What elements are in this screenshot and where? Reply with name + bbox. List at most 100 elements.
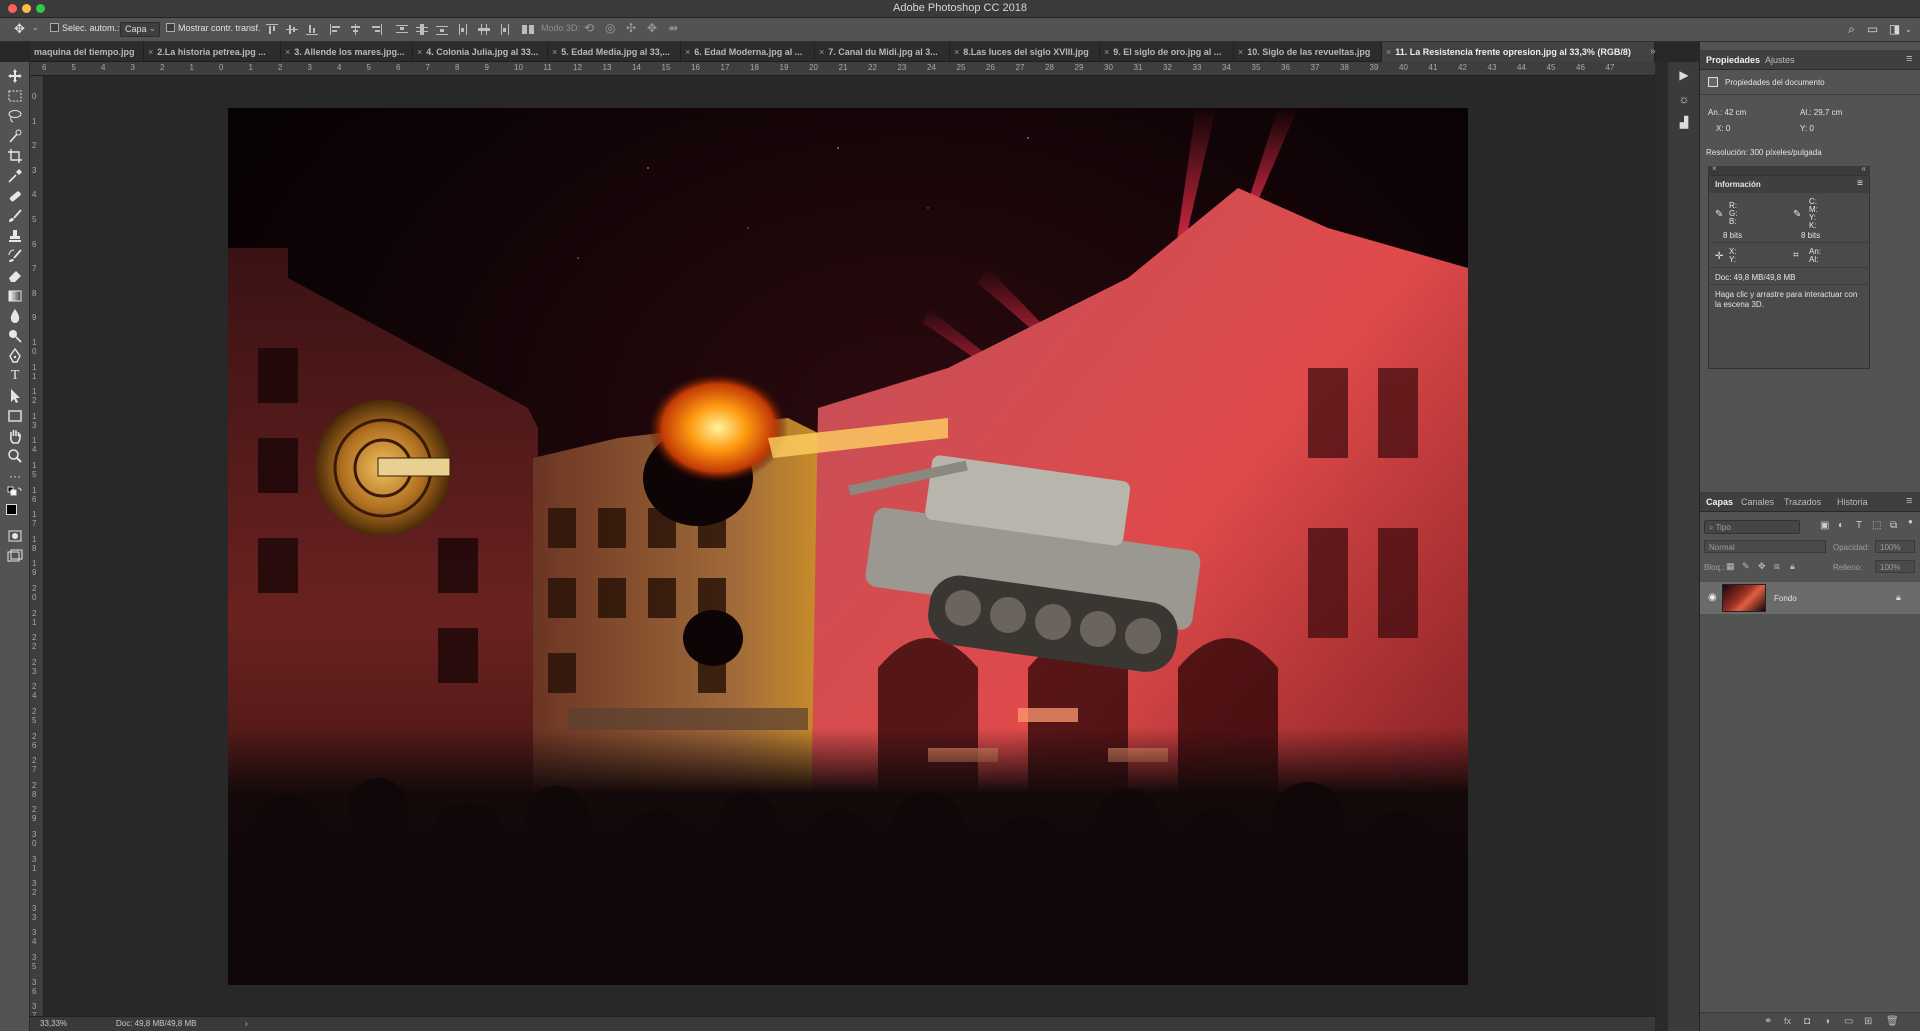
height-value[interactable]: 29,7 cm — [1814, 108, 1842, 117]
x-value[interactable]: 0 — [1726, 124, 1730, 133]
close-icon[interactable]: × — [285, 47, 290, 57]
distribute-top-icon[interactable] — [396, 24, 408, 35]
path-selection-tool-icon[interactable] — [7, 388, 23, 404]
filter-pixel-icon[interactable]: ▣ — [1820, 520, 1829, 531]
move-tool-icon[interactable] — [7, 68, 23, 84]
auto-select-dropdown[interactable]: Capa ⌄ — [120, 22, 160, 37]
drag-3d-icon[interactable]: ✣ — [626, 21, 636, 35]
vertical-ruler[interactable]: 0 1 2 3 4 5 6 7 8 9 1 0 1 1 1 2 1 3 1 4 1 5 1 6 1 7 1 8 1 9… — [30, 76, 44, 1016]
zoom-tool-icon[interactable] — [7, 448, 23, 464]
new-group-icon[interactable]: ▭ — [1844, 1016, 1853, 1027]
filter-smart-object-icon[interactable]: ⧉ — [1890, 520, 1897, 531]
default-colors-icon[interactable] — [7, 486, 23, 502]
tab-document-4[interactable]: × 4. Colonia Julia.jpg al 33... — [413, 42, 548, 62]
close-icon[interactable]: × — [552, 47, 557, 57]
filter-adjustment-icon[interactable]: ◐ — [1838, 520, 1844, 531]
screen-mode-icon[interactable] — [7, 548, 23, 564]
distribute-left-icon[interactable] — [458, 24, 470, 35]
eyedropper-tool-icon[interactable] — [7, 168, 23, 184]
tab-document-5[interactable]: × 5. Edad Media.jpg al 33,... — [548, 42, 681, 62]
slide-3d-icon[interactable]: ✥ — [647, 21, 657, 35]
close-icon[interactable]: × — [954, 47, 959, 57]
distribute-bottom-icon[interactable] — [436, 24, 448, 35]
gradient-tool-icon[interactable] — [7, 288, 23, 304]
tab-document-8[interactable]: × 8.Las luces del siglo XVIII.jpg — [950, 42, 1100, 62]
play-actions-icon[interactable]: ▶ — [1676, 68, 1692, 84]
hand-tool-icon[interactable] — [7, 428, 23, 444]
layer-row-fondo[interactable]: ◉ Fondo 🔒︎ — [1700, 582, 1920, 614]
lock-artboard-icon[interactable]: ⧈ — [1774, 561, 1780, 572]
tab-channels[interactable]: Canales — [1741, 497, 1774, 507]
close-icon[interactable]: × — [148, 47, 153, 57]
close-icon[interactable]: × — [1104, 47, 1109, 57]
distribute-right-icon[interactable] — [498, 24, 510, 35]
roll-3d-icon[interactable]: ◎ — [605, 21, 615, 35]
workspace-icon[interactable]: ◨ — [1888, 23, 1901, 36]
tab-history[interactable]: Historia — [1837, 497, 1868, 507]
move-tool-icon[interactable]: ✥ — [14, 21, 25, 37]
align-hcenter-icon[interactable] — [350, 24, 362, 35]
marquee-tool-icon[interactable] — [7, 88, 23, 104]
layer-style-icon[interactable]: fx — [1784, 1016, 1791, 1026]
type-tool-icon[interactable]: T — [7, 368, 23, 384]
filter-shape-icon[interactable]: ⬚ — [1872, 520, 1881, 531]
fill-field[interactable]: 100% — [1875, 560, 1915, 573]
align-vcenter-icon[interactable] — [286, 24, 298, 35]
collapse-icon[interactable]: « — [1862, 164, 1866, 173]
foreground-swatch[interactable] — [6, 504, 17, 515]
tab-document-2[interactable]: × 2.La historia petrea.jpg ... — [144, 42, 281, 62]
document-canvas-image[interactable] — [228, 108, 1468, 985]
tab-properties[interactable]: Propiedades — [1706, 55, 1760, 65]
add-mask-icon[interactable]: ◘ — [1804, 1016, 1810, 1027]
tab-document-11-active[interactable]: × 11. La Resistencia frente opresion.jpg … — [1382, 42, 1655, 62]
width-value[interactable]: 42 cm — [1724, 108, 1746, 117]
align-bottom-icon[interactable] — [306, 24, 318, 35]
link-layers-icon[interactable]: ⚭ — [1764, 1016, 1772, 1027]
distribute-hcenter-icon[interactable] — [478, 24, 490, 35]
tab-adjustments[interactable]: Ajustes — [1765, 55, 1795, 65]
tab-document-9[interactable]: × 9. El siglo de oro.jpg al ... — [1100, 42, 1234, 62]
close-icon[interactable]: × — [1386, 47, 1391, 57]
clone-stamp-tool-icon[interactable] — [7, 228, 23, 244]
tab-document-3[interactable]: × 3. Allende los mares.jpg... — [281, 42, 413, 62]
align-left-icon[interactable] — [330, 24, 342, 35]
filter-type-icon[interactable]: T — [1856, 520, 1862, 531]
close-icon[interactable]: × — [1238, 47, 1243, 57]
chevron-down-icon[interactable]: ⌄ — [1902, 23, 1915, 36]
canvas-area[interactable] — [44, 76, 1655, 1016]
lasso-tool-icon[interactable] — [7, 108, 23, 124]
tab-overflow-icon[interactable]: » — [1650, 46, 1656, 57]
tab-document-7[interactable]: × 7. Canal du Midi.jpg al 3... — [815, 42, 950, 62]
foreground-background-color[interactable] — [6, 504, 24, 522]
y-value[interactable]: 0 — [1809, 124, 1813, 133]
rotate-3d-icon[interactable]: ⟲ — [584, 21, 594, 35]
auto-select-checkbox[interactable]: Selec. autom.: — [50, 23, 120, 33]
tab-document-10[interactable]: × 10. Siglo de las revueltas.jpg — [1234, 42, 1382, 62]
horizontal-ruler[interactable]: 6 5 4 3 2 1 0 1 2 3 4 5 6 7 8 9 10 11 12 13 14 15 16 17 18 19 20 21… — [30, 62, 1655, 76]
lock-all-icon[interactable]: 🔒︎ — [1790, 561, 1795, 572]
status-menu-arrow-icon[interactable]: › — [245, 1019, 248, 1028]
scale-3d-icon[interactable]: ⇴ — [668, 21, 678, 35]
show-transform-checkbox[interactable]: Mostrar contr. transf. — [166, 23, 261, 33]
filter-toggle-icon[interactable]: ● — [1908, 517, 1913, 526]
delete-layer-icon[interactable]: 🗑︎ — [1886, 1016, 1899, 1027]
adjustments-icon[interactable]: ☼ — [1676, 92, 1692, 108]
rectangle-tool-icon[interactable] — [7, 408, 23, 424]
history-brush-tool-icon[interactable] — [7, 248, 23, 264]
new-layer-icon[interactable]: ⊞ — [1864, 1016, 1872, 1027]
pen-tool-icon[interactable] — [7, 348, 23, 364]
panel-menu-icon[interactable]: ≡ — [1906, 495, 1912, 507]
align-top-icon[interactable] — [266, 24, 278, 35]
close-icon[interactable]: × — [819, 47, 824, 57]
tab-layers[interactable]: Capas — [1706, 497, 1733, 507]
lock-image-icon[interactable]: ✎ — [1742, 561, 1750, 572]
close-icon[interactable]: × — [417, 47, 422, 57]
lock-position-icon[interactable]: ✥ — [1758, 561, 1766, 572]
crop-tool-icon[interactable] — [7, 148, 23, 164]
dodge-tool-icon[interactable] — [7, 328, 23, 344]
lock-transparent-icon[interactable]: ▦ — [1726, 561, 1735, 572]
layer-name[interactable]: Fondo — [1774, 594, 1797, 603]
tab-paths[interactable]: Trazados — [1784, 497, 1821, 507]
close-icon[interactable]: × — [685, 47, 690, 57]
layer-filter-dropdown[interactable]: ⌕ Tipo — [1704, 520, 1800, 534]
